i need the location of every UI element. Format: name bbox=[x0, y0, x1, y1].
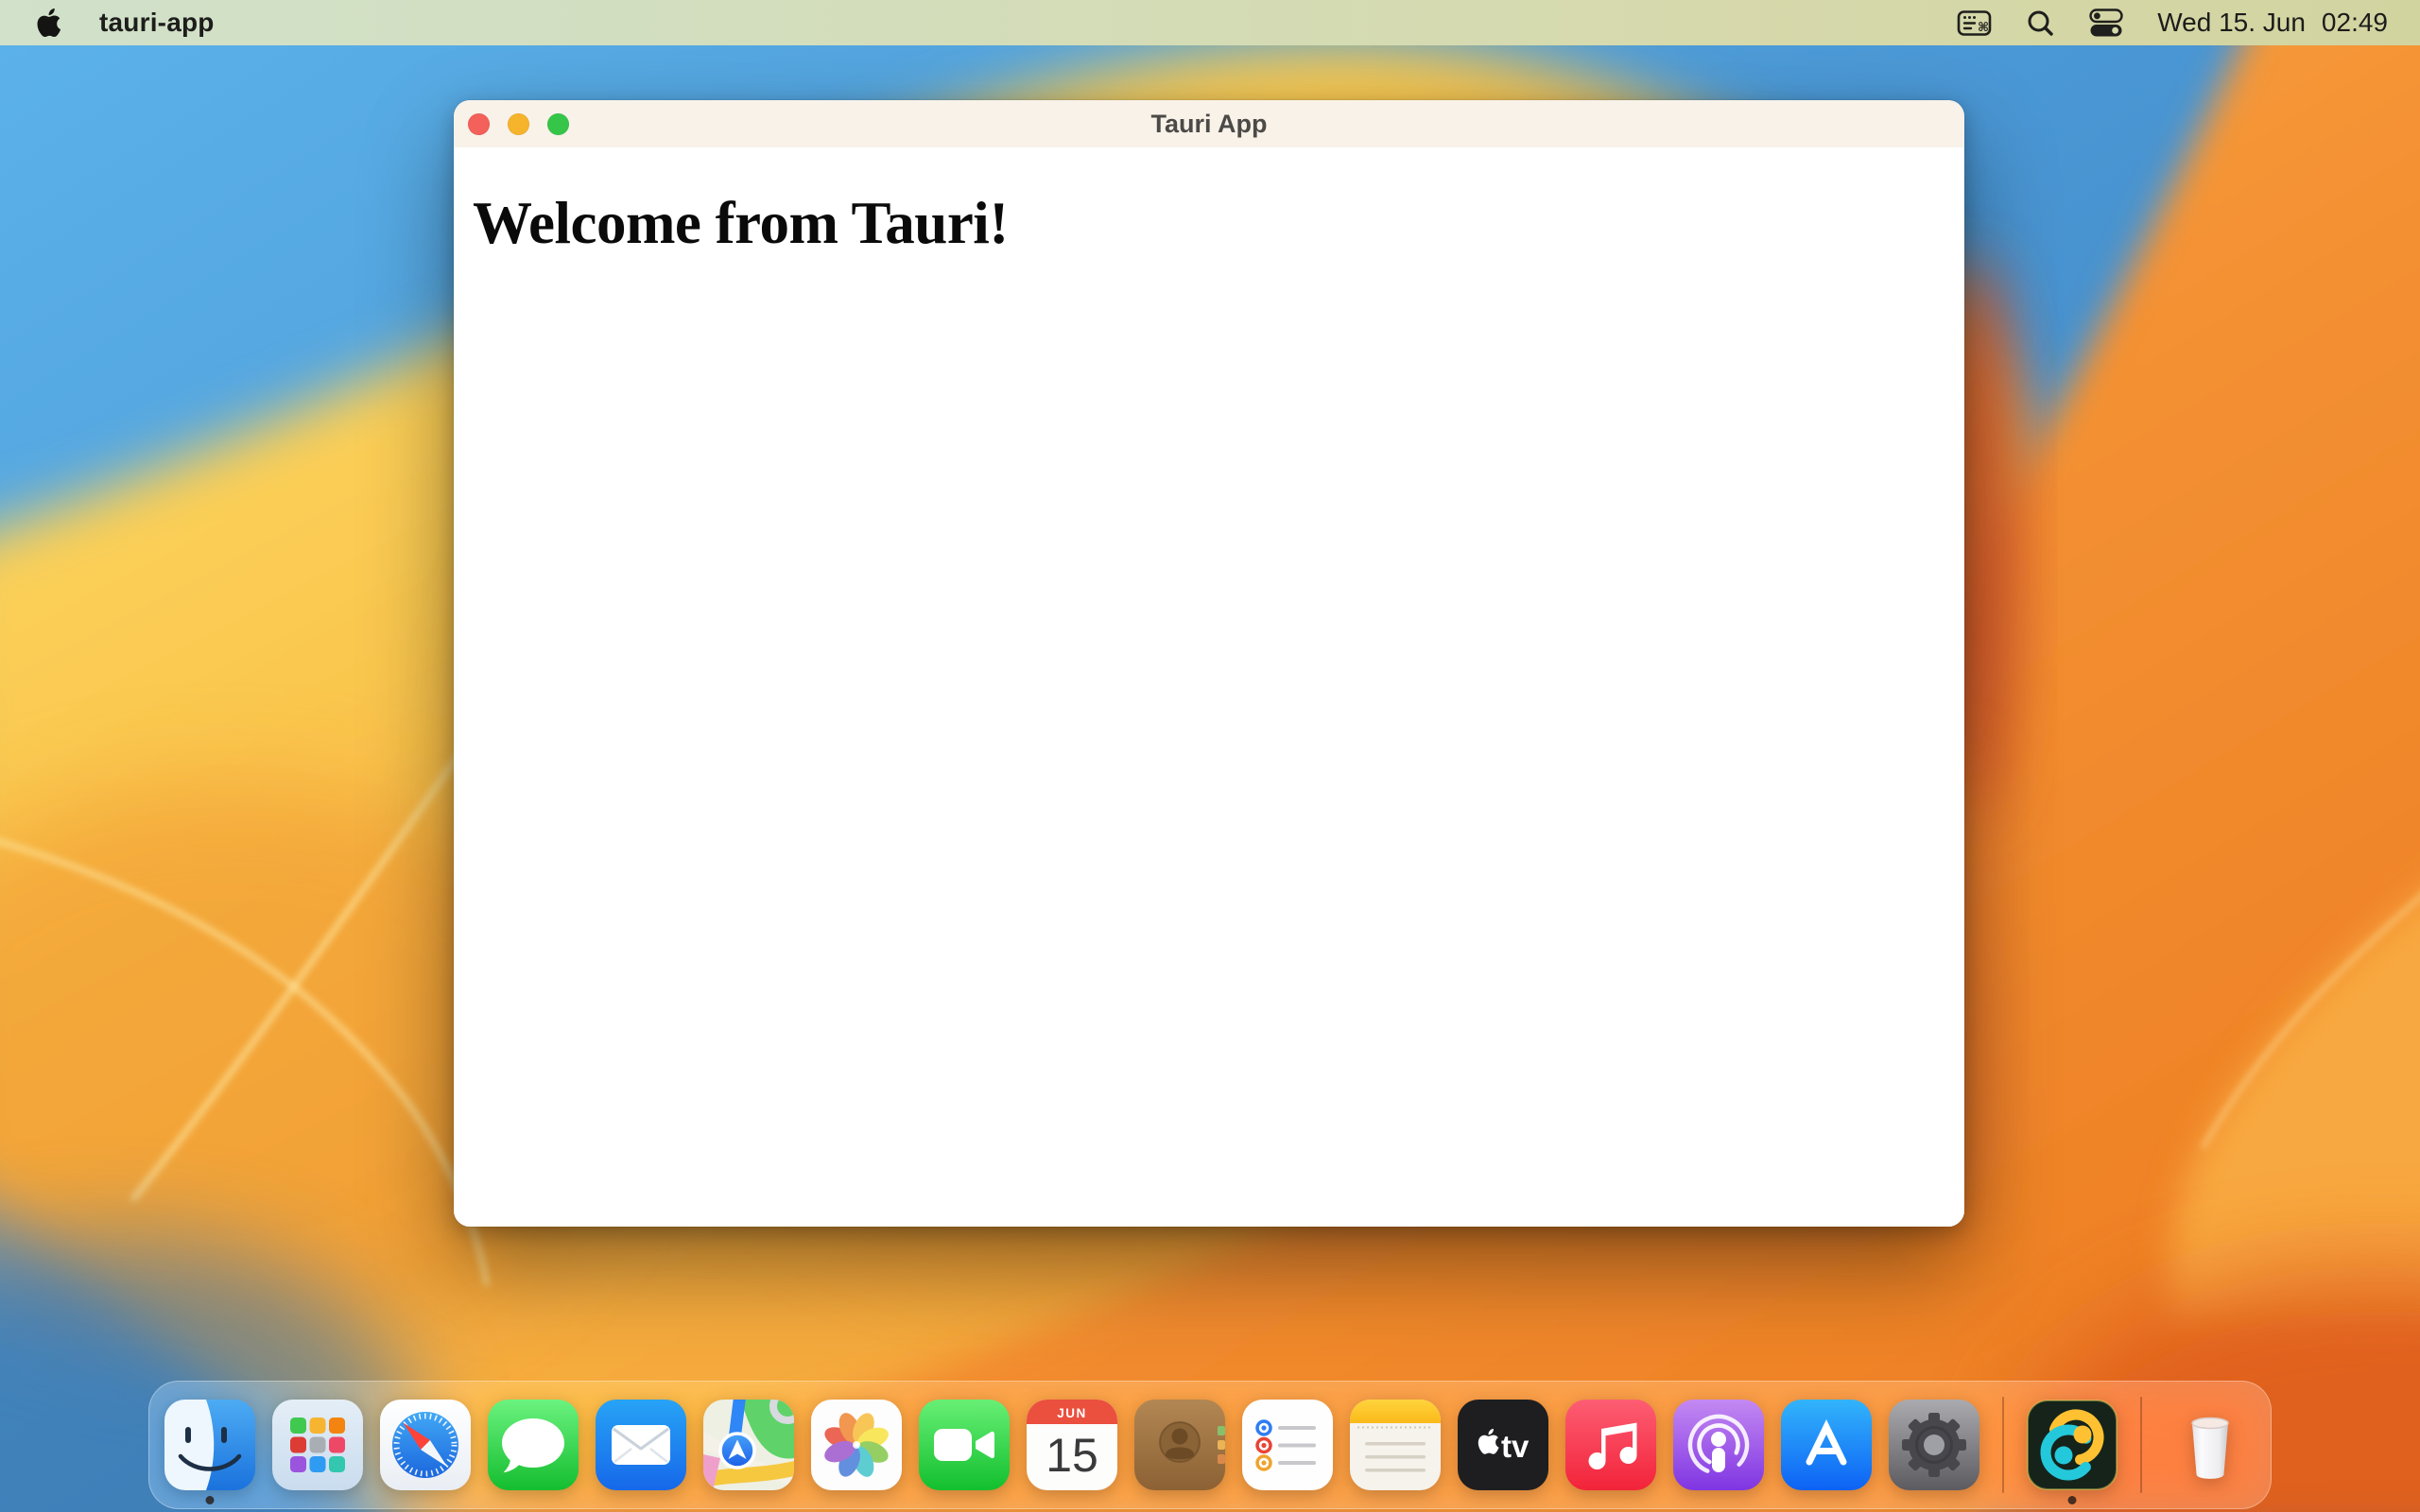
dock-icon-mail[interactable] bbox=[596, 1400, 686, 1490]
svg-text:⌘: ⌘ bbox=[1978, 21, 1989, 35]
dock-icon-maps[interactable] bbox=[703, 1400, 794, 1490]
apple-logo-icon[interactable] bbox=[36, 8, 61, 38]
window-title-bar[interactable]: Tauri App bbox=[454, 100, 1964, 147]
dock-icon-messages[interactable] bbox=[488, 1400, 579, 1490]
dock-icon-notes[interactable] bbox=[1350, 1400, 1441, 1490]
dock-icon-facetime[interactable] bbox=[919, 1400, 1010, 1490]
zoom-button[interactable] bbox=[547, 112, 569, 135]
menubar-clock[interactable]: Wed 15. Jun 02:49 bbox=[2157, 8, 2388, 38]
dock-icon-safari[interactable] bbox=[380, 1400, 471, 1490]
dock: JUN 15 tv bbox=[148, 1381, 2272, 1509]
dock-icon-system-settings[interactable] bbox=[1889, 1400, 1979, 1490]
control-center-icon[interactable] bbox=[2089, 8, 2123, 38]
menubar-app-name[interactable]: tauri-app bbox=[99, 8, 215, 38]
running-indicator bbox=[2067, 1496, 2077, 1504]
dock-icon-podcasts[interactable] bbox=[1673, 1400, 1764, 1490]
calendar-month-label: JUN bbox=[1057, 1406, 1087, 1420]
clock-date: Wed 15. Jun bbox=[2157, 8, 2306, 37]
tv-label: tv bbox=[1501, 1429, 1530, 1464]
dock-icon-finder[interactable] bbox=[164, 1400, 255, 1504]
dock-icon-music[interactable] bbox=[1565, 1400, 1656, 1490]
traffic-lights bbox=[468, 100, 569, 147]
dock-icon-trash[interactable] bbox=[2165, 1400, 2256, 1490]
dock-divider bbox=[2002, 1397, 2004, 1493]
dock-icon-tauri-app[interactable] bbox=[2027, 1400, 2118, 1504]
clock-time: 02:49 bbox=[2321, 8, 2388, 37]
window-content: Welcome from Tauri! bbox=[454, 189, 1964, 1227]
dock-icon-reminders[interactable] bbox=[1242, 1400, 1333, 1490]
desktop: tauri-app ⌘ Wed 15. Jun 02:49 Tauri App … bbox=[0, 0, 2420, 1512]
welcome-heading: Welcome from Tauri! bbox=[473, 190, 1009, 256]
spotlight-search-icon[interactable] bbox=[2026, 9, 2055, 38]
minimize-button[interactable] bbox=[508, 112, 529, 135]
dock-icon-launchpad[interactable] bbox=[272, 1400, 363, 1490]
dock-icon-photos[interactable] bbox=[811, 1400, 902, 1490]
dock-icon-calendar[interactable]: JUN 15 bbox=[1027, 1400, 1117, 1490]
window-title: Tauri App bbox=[1150, 109, 1268, 138]
calendar-day-label: 15 bbox=[1046, 1429, 1098, 1482]
running-indicator bbox=[205, 1496, 215, 1504]
dock-icon-appstore[interactable] bbox=[1781, 1400, 1872, 1490]
menu-bar: tauri-app ⌘ Wed 15. Jun 02:49 bbox=[0, 0, 2420, 45]
dock-icon-tv[interactable]: tv bbox=[1458, 1400, 1548, 1490]
tauri-app-window: Tauri App Welcome from Tauri! bbox=[454, 100, 1964, 1227]
close-button[interactable] bbox=[468, 112, 490, 135]
keyboard-input-icon[interactable]: ⌘ bbox=[1957, 9, 1992, 38]
dock-divider bbox=[2140, 1397, 2142, 1493]
dock-icon-contacts[interactable] bbox=[1134, 1400, 1225, 1490]
